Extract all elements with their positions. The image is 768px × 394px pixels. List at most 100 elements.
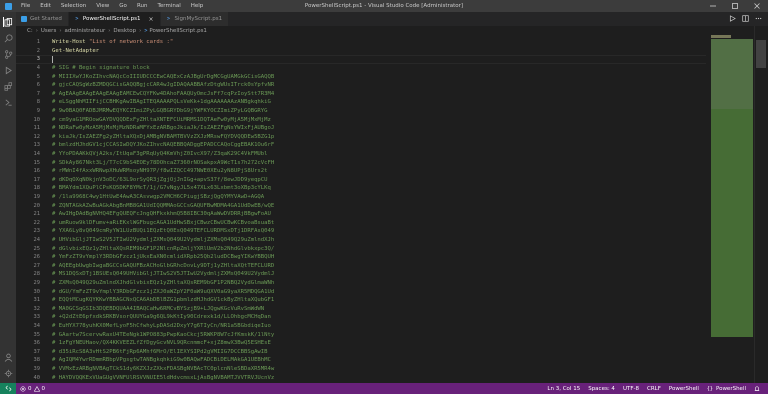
vscode-logo-icon	[0, 0, 16, 12]
powershell-sidebar-icon[interactable]	[3, 97, 13, 107]
minimize-button[interactable]	[702, 0, 724, 12]
code-line[interactable]: 29 # ZXMsQ049Q29uZmlndXJhdGlvbixEQz1yZHlt…	[16, 279, 706, 288]
code-line[interactable]: 2 Get-NetAdapter	[16, 47, 706, 56]
code-line[interactable]: 35 # GAartw7ScervwRaxU4TEeNgk1WPO883pPwpK…	[16, 330, 706, 339]
tab-get-started[interactable]: Get Started	[16, 12, 69, 26]
code-line[interactable]: 19 # /1la9968C4wy1HtUwE4AwA3CAsvwgp2VMCH6…	[16, 193, 706, 202]
menu-selection[interactable]: Selection	[56, 0, 91, 12]
line-number: 7	[36, 90, 40, 97]
tab-powershellscript[interactable]: > PowerShellScript.ps1 ×	[68, 12, 161, 26]
menu-go[interactable]: Go	[114, 0, 132, 12]
code-line[interactable]: 39 # VVMxEzARBgNVBAgTCkS1dy6KZXJzZXkxFDAS…	[16, 365, 706, 374]
code-line[interactable]: 3	[16, 55, 706, 64]
vertical-scrollbar[interactable]	[754, 26, 768, 383]
code-line[interactable]: 25 # dGlvbixEQz1yZHltaXQsREM9bGF1P2NlcnRp…	[16, 244, 706, 253]
split-editor-icon[interactable]	[742, 14, 749, 24]
editor-tab-bar: Get Started > PowerShellScript.ps1 × > S…	[16, 12, 768, 26]
cmdlet-token: Get-NetAdapter	[52, 47, 100, 54]
code-line[interactable]: 21 # AwIHgDAdBgNVHQ4EFgQUEQFcJngQHFkxkhmQ…	[16, 210, 706, 219]
code-editor[interactable]: 1 Write-Host "List of network cards :" 2 Ge…	[16, 36, 706, 383]
powershell-version[interactable]: {} PowerShell	[703, 386, 750, 392]
code-line[interactable]: 17 # dKDqOXqN0kjnV3oDC/63L9orSyQR3jZgjOjJ…	[16, 176, 706, 185]
run-debug-icon[interactable]	[3, 65, 13, 75]
account-icon[interactable]	[3, 352, 13, 362]
tab-signmyscript[interactable]: > SignMyScript.ps1	[160, 12, 230, 26]
menu-run[interactable]: Run	[132, 0, 153, 12]
code-line[interactable]: 13 # bmlzdHJhdGV1cjCCASIwDQYJKoZIhvcNAQEB…	[16, 141, 706, 150]
language-mode[interactable]: PowerShell	[665, 386, 703, 392]
problems-indicator[interactable]: 0 0	[16, 385, 49, 392]
code-line[interactable]: 15 # SDkAy867Nkt3Lj/T7cC9bS4EOEy78DOhcaZ7…	[16, 158, 706, 167]
comment-text: # dGU/YmFzZT9vYmplY3RDbGFzcz1jZXJ0aWZpY2…	[52, 288, 275, 295]
code-line[interactable]: 11 # NDRaFw0yMzA5MjMxMjMzNDRaMFYxEzARBgoJ…	[16, 124, 706, 133]
code-line[interactable]: 34 # EuHYX778yuhKX0MefLyoF5hCfwhyLpDASd2D…	[16, 322, 706, 331]
code-line[interactable]: 30 # dGU/YmFzZT9vYmplY3RDbGFzcz1jZXJ0aWZp…	[16, 287, 706, 296]
code-line[interactable]: 28 # MS1DQSxDTj1BSUEsQ049UHVibGljJTIwS2V5…	[16, 270, 706, 279]
code-line[interactable]: 23 # YXA6Ly8vQ049cmRyYW1LUzBUQi1EQzEtQ0Es…	[16, 227, 706, 236]
code-line[interactable]: 24 # UHVibGljJTIwS2V5JTIwU2VydmljZXMsQ049…	[16, 236, 706, 245]
settings-gear-icon[interactable]	[3, 368, 13, 378]
code-line[interactable]: 27 # AQEEgbUwgbIwgaBGCCsGAQUFBzACHoGlbGRh…	[16, 262, 706, 271]
minimap-slider[interactable]	[711, 39, 753, 109]
breadcrumb-item[interactable]: Desktop	[113, 28, 136, 34]
code-line[interactable]: 26 # YmFzZT9vYmplY3RDbGFzcz1jUkxEaXN0cmli…	[16, 253, 706, 262]
extensions-icon[interactable]	[3, 81, 13, 91]
menu-file[interactable]: File	[16, 0, 35, 12]
breadcrumb-item[interactable]: PowerShellScript.ps1	[149, 28, 207, 34]
scrollbar-thumb[interactable]	[756, 40, 766, 68]
code-line[interactable]: 9 # 9w0BAQ0FADBJMRMwEQYKCZImiZPyLGQBGRYDb…	[16, 107, 706, 116]
line-number: 36	[33, 340, 41, 347]
code-line[interactable]: 8 # eLSggNhMIIFijCCBHKgAwIBAgITEQAAAAPQLs…	[16, 98, 706, 107]
code-line[interactable]: 33 # +Q2dZtE6pfxdkSRKBVsorQUUYGa9g6QL9kKt…	[16, 313, 706, 322]
menu-help[interactable]: Help	[186, 0, 209, 12]
line-number: 23	[33, 228, 41, 235]
breadcrumb-item[interactable]: administrateur	[65, 28, 106, 34]
run-icon[interactable]	[729, 14, 736, 24]
code-line[interactable]: 32 # MA0GCSqGSIb3DQEBDQUAA4IBAQCaHw6RMCvB…	[16, 305, 706, 314]
close-tab-icon[interactable]: ×	[148, 16, 153, 23]
line-number: 28	[33, 271, 41, 278]
source-control-icon[interactable]	[3, 49, 13, 59]
line-number: 5	[36, 73, 40, 80]
line-number: 40	[33, 374, 41, 381]
menu-view[interactable]: View	[91, 0, 114, 12]
code-line[interactable]: 12 # kiaJk/IsZAEZFg2yZHltaXQxDjAMBgNVBAMT…	[16, 133, 706, 142]
comment-text: # eLSggNhMIIFijCCBHKgAwIBAgITEQAAAAPQLsV…	[52, 99, 271, 106]
menu-edit[interactable]: Edit	[35, 0, 56, 12]
close-window-button[interactable]	[746, 0, 768, 12]
notifications-bell-icon[interactable]	[750, 385, 764, 392]
code-line[interactable]: 37 # d35iRcS8A3vHtS2PB6tFjRp6AMhf6MrO/ElI…	[16, 348, 706, 357]
indentation[interactable]: Spaces: 4	[584, 386, 619, 392]
code-line[interactable]: 14 # YYoPDAAKkQVjA2ks/ItUqaF3gPRqUyQ4KmVh…	[16, 150, 706, 159]
breadcrumb-item[interactable]: Users	[41, 28, 56, 34]
line-ending[interactable]: CRLF	[643, 386, 665, 392]
code-line[interactable]: 38 # AgIQM4YwrRDmmRBbpVPgsgtwTANBgkqhkiG9…	[16, 356, 706, 365]
comment-text: # ZQNTAGkAZwBuAGkAbgBnMB8GA1UdIQQMMAoGCC…	[52, 202, 275, 209]
code-line[interactable]: 36 # 1zFgYNEUHaov/QX4KKVEEZLfZfDgyGcvNVL9…	[16, 339, 706, 348]
menu-terminal[interactable]: Terminal	[152, 0, 185, 12]
code-line[interactable]: 7 # AgEAAgEAAgEAAgEAAgEAMCEwCQYFKw4DAhoFA…	[16, 90, 706, 99]
code-line[interactable]: 22 # umRuow9klDFumv+aRiEKxlWGFbugcAGA1UdH…	[16, 219, 706, 228]
code-line[interactable]: 40 # HAYDVQQKExVUaGUgVVNFUlRSVVNUIE5ldHdv…	[16, 373, 706, 382]
maximize-button[interactable]	[724, 0, 746, 12]
explorer-icon[interactable]	[3, 17, 13, 27]
code-line[interactable]: 10 # cm9yaG1MROowGAYDVQQDExFyZHltaXNTEFCU…	[16, 115, 706, 124]
search-icon[interactable]	[3, 33, 13, 43]
breadcrumb-item[interactable]: C:	[27, 28, 33, 34]
code-line[interactable]: 31 # EQQtMCugKQYKKwYBBAGCNxQCA6AbDBlBZG1p…	[16, 296, 706, 305]
code-line[interactable]: 16 # rMWnI4fAxxWRNwpXHuWRMsoyNH97P/f8wIZQ…	[16, 167, 706, 176]
cursor-position[interactable]: Ln 3, Col 15	[543, 386, 584, 392]
line-number: 37	[33, 348, 41, 355]
remote-indicator-icon[interactable]	[0, 383, 16, 394]
code-line[interactable]: 20 # ZQNTAGkAZwBuAGkAbgBnMB8GA1UdIQQMMAoG…	[16, 201, 706, 210]
code-line[interactable]: 5 # MIIIXwYJKoZIhvcNAQcCoIIIUDCCCEwCAQExC…	[16, 72, 706, 81]
tab-label: SignMyScript.ps1	[174, 16, 223, 22]
code-line[interactable]: 4 # SIG # Begin signature block	[16, 64, 706, 73]
minimap-code-preview	[711, 35, 731, 38]
line-number: 27	[33, 262, 41, 269]
more-actions-icon[interactable]	[755, 15, 762, 24]
code-line[interactable]: 6 # gjcCAQSgWzBZMDQGCisGAQQBgjcCAR4wJgIDA…	[16, 81, 706, 90]
code-line[interactable]: 18 # BMAYdm1XQuPlCPsKQ5DKF8YMcT/1j/G7vNgy…	[16, 184, 706, 193]
encoding[interactable]: UTF-8	[619, 386, 643, 392]
code-line[interactable]: 1 Write-Host "List of network cards :"	[16, 38, 706, 47]
